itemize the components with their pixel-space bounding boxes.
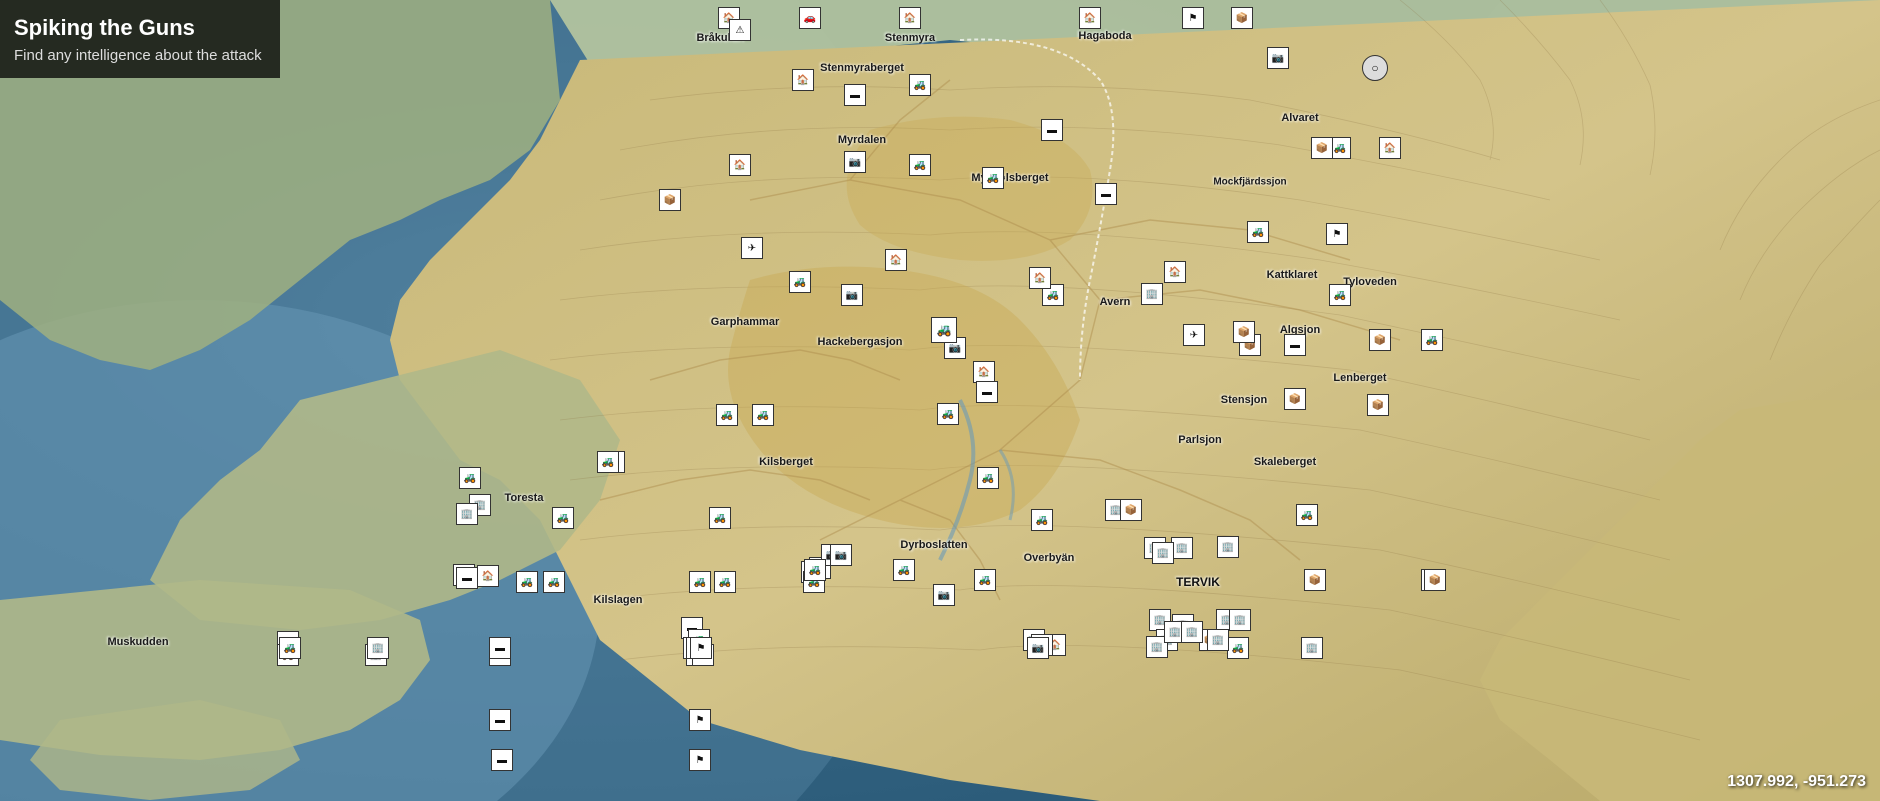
map-icon-vehicle12[interactable]: 🚜: [716, 404, 738, 426]
map-icon-vehicle4[interactable]: 🚜: [982, 167, 1004, 189]
map-icon-house2[interactable]: 🏠: [899, 7, 921, 29]
map-icon-vehicle7[interactable]: 🚜: [789, 271, 811, 293]
map-icon-box2[interactable]: 📦: [659, 189, 681, 211]
map-icon-screen4[interactable]: ▬: [1284, 334, 1306, 356]
map-icon-vehicle25[interactable]: 🚜: [974, 569, 996, 591]
map-icon-vehicle15[interactable]: 🚜: [459, 467, 481, 489]
map-icon-box[interactable]: 📦: [1231, 7, 1253, 29]
map-icon-flag4[interactable]: ⚑: [689, 709, 711, 731]
map-icon-screen6[interactable]: ▬: [456, 567, 478, 589]
map-icon-box12[interactable]: 📦: [1369, 329, 1391, 351]
map-icon-screen12[interactable]: ▬: [489, 637, 511, 659]
map-icon-vehicle39[interactable]: 🚜: [279, 637, 301, 659]
map-icon-circle-quest[interactable]: ○: [1362, 55, 1388, 81]
map-icon-building14[interactable]: 🏢: [1207, 629, 1229, 651]
map-icon-vehicle20[interactable]: 🚜: [597, 451, 619, 473]
map-icon-house4[interactable]: 🏠: [792, 69, 814, 91]
map-icon-house7[interactable]: 🏠: [885, 249, 907, 271]
map-icon-flag8[interactable]: ⚑: [689, 749, 711, 771]
map-icon-vehicle13[interactable]: 🚜: [752, 404, 774, 426]
map-icon-house6[interactable]: 🏠: [1379, 137, 1401, 159]
map-icon-vehicle6[interactable]: 🚜: [1247, 221, 1269, 243]
map-icon-box13[interactable]: 📦: [1424, 569, 1446, 591]
map-icon-vehicle18[interactable]: 🚜: [543, 571, 565, 593]
map-icon-vehicle16[interactable]: 🚜: [552, 507, 574, 529]
map-icon-box9[interactable]: 📦: [1120, 499, 1142, 521]
map-icon-building[interactable]: 🏢: [1141, 283, 1163, 305]
map-icon-camera6[interactable]: 📷: [933, 584, 955, 606]
quest-subtitle: Find any intelligence about the attack: [14, 47, 262, 64]
map-icon-vehicle22[interactable]: 🚜: [893, 559, 915, 581]
map-icon-box3[interactable]: 📦: [1311, 137, 1333, 159]
quest-title: Spiking the Guns: [14, 14, 262, 43]
map-icon-vehicle28[interactable]: 🚜: [714, 571, 736, 593]
map-icon-vehicle9[interactable]: 🚜: [1421, 329, 1443, 351]
map-icon-house9[interactable]: 🏠: [1164, 261, 1186, 283]
map-icon-plane2[interactable]: ✈: [1183, 324, 1205, 346]
map-icon-camera2[interactable]: 📷: [844, 151, 866, 173]
map-icon-vehicle34[interactable]: 🚜: [804, 559, 826, 581]
map-icon-building3[interactable]: 🏢: [456, 503, 478, 525]
map-icon-vehicle2[interactable]: 🚜: [909, 74, 931, 96]
map-icon-camera[interactable]: 📷: [1267, 47, 1289, 69]
map-icon-box5[interactable]: 📦: [1233, 321, 1255, 343]
map-icon-camera8[interactable]: 📷: [830, 544, 852, 566]
map-icon-plane[interactable]: ✈: [741, 237, 763, 259]
map-icon-vehicle11[interactable]: 🚜: [937, 403, 959, 425]
map-icon-flag[interactable]: ⚑: [1182, 7, 1204, 29]
map-icon-screen10[interactable]: ▬: [491, 749, 513, 771]
map-icon-building15[interactable]: 🏢: [1152, 542, 1174, 564]
map-icon-vehicle19[interactable]: 🚜: [709, 507, 731, 529]
map-icon-building7[interactable]: 🏢: [1217, 536, 1239, 558]
map-icon-vehicle24[interactable]: 🚜: [1031, 509, 1053, 531]
map-icon-camera3[interactable]: 📷: [841, 284, 863, 306]
map-icon-screen5[interactable]: ▬: [976, 381, 998, 403]
map-icon-building6[interactable]: 🏢: [1171, 537, 1193, 559]
map-icon-vehicle[interactable]: 🚗: [799, 7, 821, 29]
map-icon-exclaim[interactable]: ⚠: [729, 19, 751, 41]
map-icon-vehicle14[interactable]: 🚜: [1329, 284, 1351, 306]
map-icon-flag2[interactable]: ⚑: [1326, 223, 1348, 245]
quest-overlay: Spiking the Guns Find any intelligence a…: [0, 0, 280, 78]
map-icon-building19[interactable]: 🏢: [367, 637, 389, 659]
map-icon-screen[interactable]: ▬: [844, 84, 866, 106]
map-icon-flag9[interactable]: ⚑: [690, 637, 712, 659]
map-icon-box6[interactable]: 📦: [1284, 388, 1306, 410]
map-icon-house5[interactable]: 🏠: [729, 154, 751, 176]
map-icon-vehicle23[interactable]: 🚜: [977, 467, 999, 489]
map-icon-vehicle10[interactable]: 🚜: [931, 317, 957, 343]
map-icon-screen8[interactable]: ▬: [489, 709, 511, 731]
map-icon-screen2[interactable]: ▬: [1041, 119, 1063, 141]
map-icon-box7[interactable]: 📦: [1367, 394, 1389, 416]
coordinates-display: 1307.992, -951.273: [1727, 773, 1866, 791]
map-icon-house8[interactable]: 🏠: [1029, 267, 1051, 289]
map-icon-screen3[interactable]: ▬: [1095, 183, 1117, 205]
map-icon-building18[interactable]: 🏢: [1229, 609, 1251, 631]
map-icon-building17[interactable]: 🏢: [1181, 621, 1203, 643]
map-icon-vehicle26[interactable]: 🚜: [1296, 504, 1318, 526]
map-icon-vehicle30[interactable]: 🚜: [1227, 637, 1249, 659]
map-icon-vehicle17[interactable]: 🚜: [516, 571, 538, 593]
map-icon-box10[interactable]: 📦: [1304, 569, 1326, 591]
map-icon-building9[interactable]: 🏢: [1301, 637, 1323, 659]
map-container: Bråkulan Stenmyra Hagaboda Alvaret Stenm…: [0, 0, 1880, 801]
map-background: [0, 0, 1880, 801]
map-icon-house3[interactable]: 🏠: [1079, 7, 1101, 29]
map-icon-vehicle27[interactable]: 🚜: [689, 571, 711, 593]
map-icon-house11[interactable]: 🏠: [477, 565, 499, 587]
map-icon-vehicle3[interactable]: 🚜: [909, 154, 931, 176]
map-icon-house10[interactable]: 🏠: [973, 361, 995, 383]
map-icon-camera9[interactable]: 📷: [1027, 637, 1049, 659]
